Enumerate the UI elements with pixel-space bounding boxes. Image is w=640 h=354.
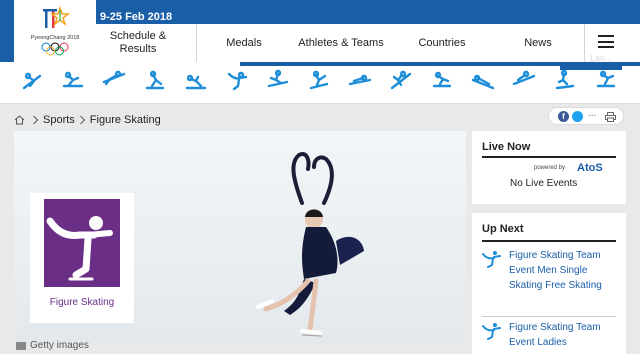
games-dates: 9-25 Feb 2018	[100, 11, 173, 23]
strip-partial-label: Lan...	[590, 53, 613, 63]
up-next-title: Up Next	[482, 223, 524, 235]
figure-skating-icon[interactable]	[225, 68, 249, 94]
breadcrumb-figure-skating: Figure Skating	[89, 114, 161, 126]
pyeongchang-emblem-icon	[43, 6, 70, 28]
sport-pictogram-card: Figure Skating	[30, 193, 134, 323]
nav-schedule-results[interactable]: Schedule & Results	[100, 24, 176, 62]
chevron-right-icon	[33, 115, 39, 125]
short-track-icon[interactable]	[430, 68, 454, 94]
image-icon	[16, 341, 26, 350]
up-next-item-text: Figure Skating Team Event Men Single Ska…	[509, 250, 602, 291]
up-next-item[interactable]: Figure Skating Team Event Men Single Ska…	[482, 248, 616, 308]
nav-divider	[584, 24, 585, 62]
list-divider	[482, 316, 616, 317]
chevron-right-icon	[79, 115, 86, 125]
twitter-share-icon[interactable]	[572, 111, 583, 122]
more-share-icon[interactable]: ...	[588, 108, 596, 119]
live-status: No Live Events	[510, 178, 578, 189]
luge-icon[interactable]	[348, 68, 372, 94]
print-icon[interactable]	[605, 112, 616, 122]
freestyle-skiing-icon[interactable]	[266, 68, 290, 94]
pyeongchang-logo[interactable]: PyeongChang 2018	[14, 0, 96, 62]
ski-jumping-icon[interactable]	[512, 68, 536, 94]
panel-rule	[482, 240, 616, 242]
logo-text: PyeongChang 2018	[30, 35, 80, 41]
hero-image: Figure Skating	[14, 131, 466, 344]
nav-athletes-teams[interactable]: Athletes & Teams	[286, 24, 396, 62]
cross-country-icon[interactable]	[143, 68, 167, 94]
nav-medals[interactable]: Medals	[206, 24, 282, 62]
menu-hamburger-icon[interactable]	[598, 35, 614, 48]
curling-icon[interactable]	[184, 68, 208, 94]
photo-credit: Getty images	[16, 340, 89, 351]
up-next-item-text: Figure Skating Team Event Ladies	[509, 322, 601, 348]
figure-skating-icon	[482, 251, 501, 268]
ice-hockey-icon[interactable]	[307, 68, 331, 94]
skeleton-icon[interactable]	[471, 68, 495, 94]
live-now-title: Live Now	[482, 141, 531, 153]
nav-news[interactable]: News	[500, 24, 576, 62]
biathlon-icon[interactable]	[61, 68, 85, 94]
up-next-panel: Up Next Figure Skating Team Event Men Si…	[472, 213, 626, 354]
nav-countries[interactable]: Countries	[404, 24, 480, 62]
sport-name: Figure Skating	[49, 297, 115, 308]
nav-divider	[196, 24, 197, 62]
speed-skating-icon[interactable]	[594, 68, 618, 94]
breadcrumb: Sports Figure Skating	[14, 112, 161, 128]
figure-skating-pictogram-icon	[44, 199, 120, 287]
share-bar: f ...	[548, 107, 624, 125]
nordic-combined-icon[interactable]	[389, 68, 413, 94]
photo-credit-text: Getty images	[30, 340, 89, 351]
olympic-rings-icon	[41, 42, 69, 56]
figure-skater-photo	[256, 152, 364, 337]
live-now-panel: Live Now powered by AtoS No Live Events	[472, 131, 626, 204]
atos-logo: AtoS	[577, 162, 603, 174]
breadcrumb-sports[interactable]: Sports	[43, 114, 75, 126]
powered-by-label: powered by	[534, 165, 566, 171]
snowboard-icon[interactable]	[553, 68, 577, 94]
figure-skating-icon	[482, 323, 501, 340]
up-next-item[interactable]: Figure Skating Team Event Ladies	[482, 320, 616, 354]
ski-jumping-icon[interactable]	[102, 68, 126, 94]
alpine-skiing-icon[interactable]	[20, 68, 44, 94]
panel-rule	[482, 156, 616, 158]
facebook-share-icon[interactable]: f	[558, 111, 569, 122]
home-icon[interactable]	[14, 115, 25, 125]
